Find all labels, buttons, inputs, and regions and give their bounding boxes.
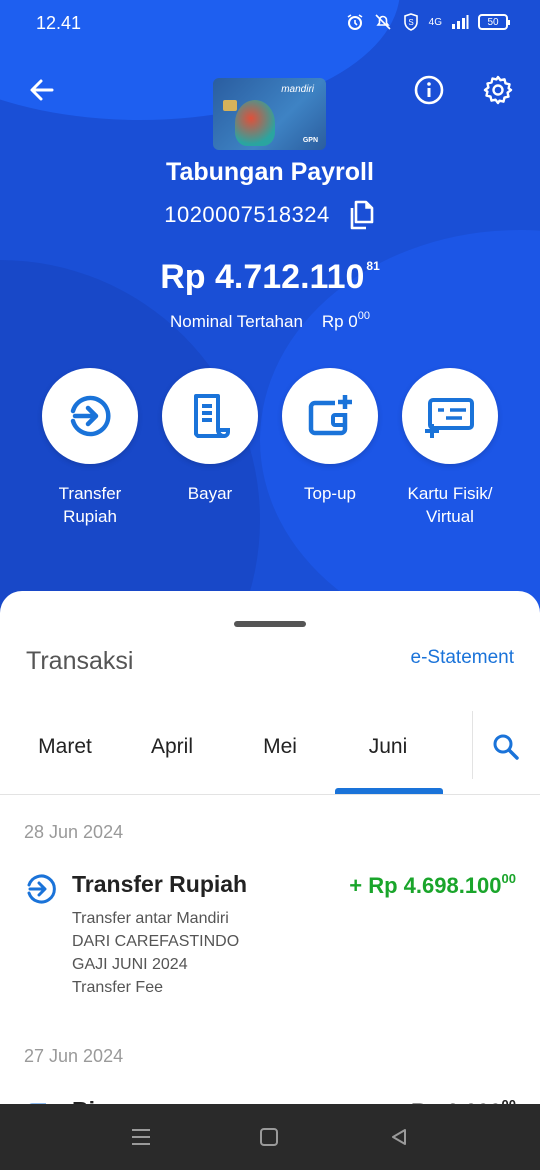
alarm-icon (345, 12, 365, 32)
transactions-title: Transaksi (26, 647, 134, 675)
action-kartu-fisik-virtual[interactable]: Kartu Fisik/Virtual (390, 368, 510, 528)
card-chip (223, 100, 237, 111)
action-circle (282, 368, 378, 464)
status-icons: S 4G 50 (345, 12, 510, 32)
search-icon (493, 734, 519, 760)
gear-icon (483, 75, 513, 105)
date-header: 27 Jun 2024 (24, 1046, 124, 1066)
menu-icon (132, 1129, 150, 1145)
desc-line: DARI CAREFASTINDO (72, 933, 240, 950)
signal-icon (450, 12, 470, 32)
action-circle (162, 368, 258, 464)
info-button[interactable] (411, 72, 447, 108)
held-cents: 00 (357, 310, 370, 322)
balance-row: Rp 4.712.110 81 (0, 258, 540, 297)
balance-cents: 81 (366, 259, 380, 273)
action-label: Bayar (187, 484, 233, 503)
transaction-description: Transfer antar Mandiri DARI CAREFASTINDO… (72, 907, 239, 999)
held-value: Rp 0 (321, 312, 358, 331)
square-icon (260, 1128, 278, 1146)
battery-icon: 50 (478, 14, 510, 30)
account-number-row: 1020007518324 (0, 200, 540, 230)
network-label: 4G (428, 16, 442, 28)
card-brand: mandiri (281, 84, 314, 95)
recent-apps-button[interactable] (128, 1124, 154, 1150)
home-button[interactable] (256, 1124, 282, 1150)
debit-card-image[interactable]: mandiri GPN (213, 78, 326, 150)
month-tabs: Maret April Mei Juni (0, 711, 540, 795)
sheet-drag-handle[interactable] (234, 621, 306, 627)
transactions-sheet: Transaksi e-Statement Maret April Mei Ju… (0, 591, 540, 1111)
account-number: 1020007518324 (164, 202, 330, 227)
bill-icon (194, 394, 230, 438)
action-top-up[interactable]: Top-up (270, 368, 390, 505)
action-circle (42, 368, 138, 464)
copy-icon (350, 200, 374, 230)
balance-main: Rp 4.712.110 (160, 258, 365, 296)
status-time: 12.41 (36, 13, 82, 33)
status-bar: 12.41 S 4G 50 (0, 0, 540, 48)
date-header: 28 Jun 2024 (24, 822, 124, 842)
action-label: Transfer Rupiah (58, 484, 122, 526)
tab-maret[interactable]: Maret (11, 735, 119, 759)
balance-amount: Rp 4.712.110 81 (160, 258, 380, 296)
copy-button[interactable] (346, 200, 376, 230)
battery-level: 50 (487, 16, 499, 28)
system-navigation-bar (0, 1104, 540, 1170)
held-amount-row: Nominal Tertahan Rp 000 (0, 310, 540, 332)
action-circle (402, 368, 498, 464)
action-transfer-rupiah[interactable]: Transfer Rupiah (30, 368, 150, 528)
transaction-name: Transfer Rupiah (72, 871, 248, 897)
desc-line: GAJI JUNI 2024 (72, 956, 188, 973)
account-name: Tabungan Payroll (166, 158, 374, 186)
desc-line: Transfer Fee (72, 979, 163, 996)
transaction-amount: + Rp 4.698.10000 (349, 871, 516, 898)
tab-divider (472, 711, 473, 779)
card-network: GPN (302, 137, 318, 144)
action-label: Kartu Fisik/Virtual (407, 484, 493, 526)
tab-mei[interactable]: Mei (226, 735, 334, 759)
tab-april[interactable]: April (118, 735, 226, 759)
mute-icon (373, 12, 393, 32)
active-tab-indicator (335, 788, 443, 794)
triangle-back-icon (392, 1129, 406, 1145)
desc-line: Transfer antar Mandiri (72, 910, 229, 927)
arrow-left-icon (30, 79, 54, 101)
held-label: Nominal Tertahan (169, 312, 303, 331)
shield-icon: S (401, 12, 421, 32)
back-button[interactable] (24, 72, 60, 108)
card-artwork (235, 100, 275, 146)
transfer-icon (27, 874, 56, 904)
card-add-icon (425, 398, 474, 438)
info-icon (414, 75, 444, 105)
svg-text:S: S (408, 18, 413, 27)
settings-button[interactable] (480, 72, 516, 108)
tab-juni[interactable]: Juni (334, 735, 442, 759)
wallet-add-icon (308, 395, 352, 436)
estatement-link[interactable]: e-Statement (411, 647, 515, 669)
action-bayar[interactable]: Bayar (150, 368, 270, 505)
search-button[interactable] (488, 729, 524, 765)
transfer-icon (70, 395, 111, 437)
back-nav-button[interactable] (386, 1124, 412, 1150)
action-label: Top-up (304, 484, 356, 503)
